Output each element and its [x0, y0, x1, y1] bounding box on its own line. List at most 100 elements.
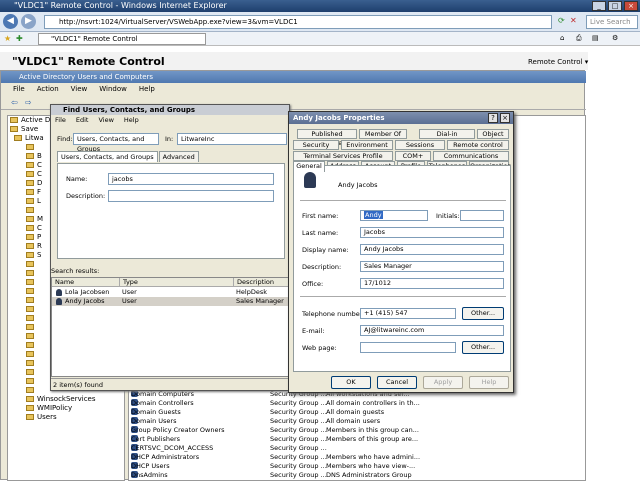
add-favorites-icon[interactable]: ✚ [16, 34, 23, 43]
tab-com-plus[interactable]: COM+ [395, 151, 431, 161]
folder-icon [14, 135, 22, 141]
find-menu-file[interactable]: File [55, 116, 66, 124]
home-icon[interactable]: ⌂ [560, 34, 564, 42]
group-row[interactable]: Group Policy Creator Owners Security Grou… [129, 426, 585, 435]
search-results-list[interactable]: Name Type Description Lola Jacobsen User… [51, 277, 290, 377]
name-field[interactable]: jacobs [108, 173, 274, 185]
initials-label: Initials: [436, 212, 460, 220]
tab-member-of[interactable]: Member Of [359, 129, 407, 139]
folder-icon [26, 342, 34, 348]
result-row[interactable]: Andy Jacobs User Sales Manager [52, 297, 288, 306]
tab-general[interactable]: General [293, 161, 325, 172]
tree-item[interactable]: WMIPolicy [8, 404, 124, 413]
find-tab-body: Name: jacobs Description: [57, 163, 285, 259]
tab-dial-in[interactable]: Dial-in [419, 129, 475, 139]
close-button[interactable]: × [624, 1, 638, 11]
window-title: "VLDC1" Remote Control - Windows Interne… [14, 1, 227, 10]
address-toolbar: ◀ ▶ http://nsvrt:1024/VirtualServer/VSWe… [0, 12, 640, 32]
find-in-select[interactable]: LitwareInc [177, 133, 287, 145]
group-row[interactable]: Domain Guests Security Group ... All domai… [129, 408, 585, 417]
column-description[interactable]: Description [234, 278, 290, 287]
tab-environment[interactable]: Environment [341, 140, 393, 150]
first-name-field[interactable]: Andy [360, 210, 428, 221]
menu-action[interactable]: Action [37, 83, 59, 96]
find-type-select[interactable]: Users, Contacts, and Groups [73, 133, 159, 153]
webpage-field[interactable] [360, 342, 456, 353]
folder-icon [26, 153, 34, 159]
search-results-label: Search results: [51, 267, 100, 275]
find-menu-edit[interactable]: Edit [76, 116, 89, 124]
tab-object[interactable]: Object [477, 129, 509, 139]
description-field[interactable] [108, 190, 274, 202]
stop-icon[interactable]: ✕ [570, 16, 577, 25]
email-label: E-mail: [302, 327, 325, 335]
group-row[interactable]: Domain Users Security Group ... All domain… [129, 417, 585, 426]
group-row[interactable]: DHCP Users Security Group ... Members who … [129, 462, 585, 471]
ok-button[interactable]: OK [331, 376, 371, 389]
menu-window[interactable]: Window [99, 83, 127, 96]
tab-remote-control[interactable]: Remote control [447, 140, 509, 150]
tab-advanced[interactable]: Advanced [158, 151, 199, 162]
back-arrow-icon[interactable]: ⇦ [11, 98, 18, 107]
telephone-other-button[interactable]: Other... [462, 307, 504, 320]
url-field[interactable]: http://nsvrt:1024/VirtualServer/VSWebApp… [44, 15, 552, 29]
tools-menu-icon[interactable]: ⚙ [612, 34, 618, 42]
general-tab-body: Andy Jacobs First name: Andy Initials: L… [293, 165, 511, 372]
result-row[interactable]: Lola Jacobsen User HelpDesk Technician [52, 288, 288, 305]
description-field[interactable]: Sales Manager [360, 261, 504, 272]
tab-communications[interactable]: Communications [433, 151, 509, 161]
folder-icon [26, 360, 34, 366]
help-button[interactable]: Help [469, 376, 509, 389]
tab-security[interactable]: Security [293, 140, 339, 150]
folder-icon [26, 180, 34, 186]
forward-arrow-icon[interactable]: ⇨ [25, 98, 32, 107]
folder-icon [10, 117, 18, 123]
folder-icon [26, 315, 34, 321]
cancel-button[interactable]: Cancel [377, 376, 417, 389]
tab-published-certificates[interactable]: Published Certificates [297, 129, 357, 147]
display-name-field[interactable]: Andy Jacobs [360, 244, 504, 255]
menu-view[interactable]: View [71, 83, 88, 96]
group-row[interactable]: DnsAdmins Security Group ... DNS Administr… [129, 471, 585, 480]
tab-sessions[interactable]: Sessions [395, 140, 445, 150]
forward-button[interactable]: ▶ [21, 14, 36, 29]
maximize-button[interactable]: □ [608, 1, 622, 11]
refresh-icon[interactable]: ⟳ [558, 16, 565, 25]
folder-icon [26, 378, 34, 384]
group-row[interactable]: CERTSVC_DCOM_ACCESS Security Group ... [129, 444, 585, 453]
webpage-other-button[interactable]: Other... [462, 341, 504, 354]
column-name[interactable]: Name [52, 278, 120, 287]
remote-control-menu[interactable]: Remote Control ▾ [528, 58, 588, 66]
tab-users-contacts-groups[interactable]: Users, Contacts, and Groups [57, 151, 158, 162]
group-row[interactable]: Cert Publishers Security Group ... Members… [129, 435, 585, 444]
find-dialog-title: Find Users, Contacts, and Groups [51, 105, 289, 115]
print-icon[interactable]: ⎙ [576, 34, 582, 43]
minimize-button[interactable]: _ [592, 1, 606, 11]
group-row[interactable]: Domain Controllers Security Group ... All … [129, 399, 585, 408]
column-type[interactable]: Type [120, 278, 234, 287]
find-menu-view[interactable]: View [98, 116, 113, 124]
back-button[interactable]: ◀ [3, 14, 18, 29]
office-field[interactable]: 17/1012 [360, 278, 504, 289]
tree-item[interactable]: WinsockServices [8, 395, 124, 404]
user-display-heading: Andy Jacobs [338, 181, 378, 189]
last-name-label: Last name: [302, 229, 339, 237]
search-input[interactable]: Live Search [586, 15, 638, 29]
menu-file[interactable]: File [13, 83, 25, 96]
close-icon[interactable]: × [500, 113, 510, 123]
favorites-star-icon[interactable]: ★ [4, 34, 11, 43]
tree-item[interactable]: Users [8, 413, 124, 422]
email-field[interactable]: AJ@litwareinc.com [360, 325, 504, 336]
folder-icon [26, 207, 34, 213]
browser-tab[interactable]: "VLDC1" Remote Control [38, 33, 206, 45]
last-name-field[interactable]: Jacobs [360, 227, 504, 238]
initials-field[interactable] [460, 210, 504, 221]
menu-help[interactable]: Help [139, 83, 155, 96]
tab-terminal-services-profile[interactable]: Terminal Services Profile [293, 151, 393, 161]
page-menu-icon[interactable]: ▤ [592, 34, 599, 42]
group-row[interactable]: DHCP Administrators Security Group ... Mem… [129, 453, 585, 462]
apply-button[interactable]: Apply [423, 376, 463, 389]
telephone-field[interactable]: +1 (415) 547 [360, 308, 456, 319]
find-menu-help[interactable]: Help [124, 116, 139, 124]
help-icon[interactable]: ? [488, 113, 498, 123]
